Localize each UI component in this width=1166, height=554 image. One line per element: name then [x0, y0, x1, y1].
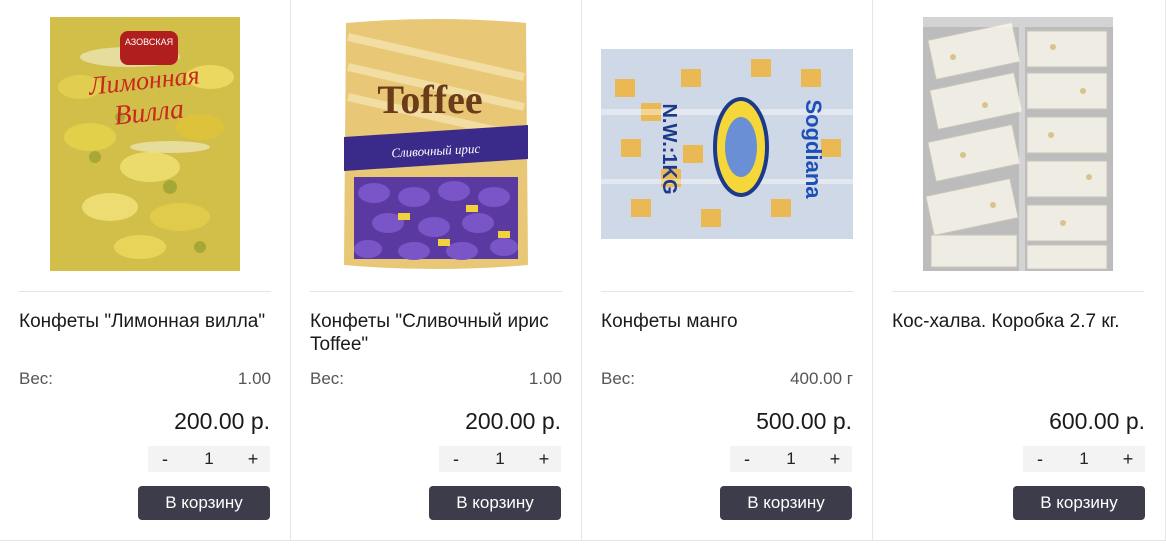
product-price: 200.00 р.: [465, 408, 561, 434]
add-to-cart-button[interactable]: В корзину: [138, 486, 270, 520]
increase-button[interactable]: +: [527, 449, 561, 470]
product-image[interactable]: [892, 16, 1144, 272]
product-title[interactable]: Конфеты "Лимонная вилла": [19, 310, 271, 333]
weight-value: 400.00 г: [790, 369, 853, 388]
decrease-button[interactable]: -: [730, 449, 764, 470]
divider: [19, 291, 271, 292]
svg-text:АЗОВСКАЯ: АЗОВСКАЯ: [125, 37, 173, 47]
product-price: 500.00 р.: [756, 408, 852, 434]
weight-label: Вес:: [601, 369, 636, 388]
product-price: 600.00 р.: [1049, 408, 1145, 434]
product-price: 200.00 р.: [174, 408, 270, 434]
quantity-value[interactable]: 1: [764, 449, 818, 469]
product-card: Toffee Сливочный ирис Конфеты "Сливочный…: [291, 0, 582, 540]
add-to-cart-button[interactable]: В корзину: [1013, 486, 1145, 520]
add-to-cart-button[interactable]: В корзину: [429, 486, 561, 520]
decrease-button[interactable]: -: [439, 449, 473, 470]
mango-candy-image: N.W.:1KG Sogdiana: [601, 49, 853, 239]
increase-button[interactable]: +: [818, 449, 852, 470]
kos-halva-image: [923, 17, 1113, 271]
weight-value: 1.00: [528, 369, 562, 388]
divider: [892, 291, 1144, 292]
quantity-value[interactable]: 1: [182, 449, 236, 469]
divider: [310, 291, 562, 292]
product-grid: АЗОВСКАЯ Лимонная Вилла Конфеты "Лимонна…: [0, 0, 1166, 541]
weight-row: Вес: 1.00: [19, 369, 271, 389]
increase-button[interactable]: +: [236, 449, 270, 470]
quantity-stepper: - 1 +: [1023, 446, 1145, 472]
product-image[interactable]: Toffee Сливочный ирис: [310, 16, 562, 272]
product-title[interactable]: Кос-халва. Коробка 2.7 кг.: [892, 310, 1144, 333]
weight-row: Вес: 400.00 г: [601, 369, 853, 389]
decrease-button[interactable]: -: [148, 449, 182, 470]
product-card: N.W.:1KG Sogdiana Конфеты манго Вес: 400…: [582, 0, 873, 540]
product-image[interactable]: АЗОВСКАЯ Лимонная Вилла: [19, 16, 271, 272]
weight-row: Вес: 1.00: [310, 369, 562, 389]
quantity-stepper: - 1 +: [439, 446, 561, 472]
increase-button[interactable]: +: [1111, 449, 1145, 470]
product-card: Кос-халва. Коробка 2.7 кг. 600.00 р. - 1…: [873, 0, 1166, 540]
toffee-candy-image: Toffee Сливочный ирис: [344, 19, 528, 269]
product-title[interactable]: Конфеты манго: [601, 310, 853, 333]
lemon-villa-candy-image: АЗОВСКАЯ Лимонная Вилла: [50, 17, 240, 271]
quantity-value[interactable]: 1: [473, 449, 527, 469]
quantity-value[interactable]: 1: [1057, 449, 1111, 469]
divider: [601, 291, 853, 292]
svg-text:Sogdiana: Sogdiana: [801, 99, 826, 199]
weight-value: 1.00: [237, 369, 271, 388]
add-to-cart-button[interactable]: В корзину: [720, 486, 852, 520]
weight-label: Вес:: [19, 369, 54, 388]
quantity-stepper: - 1 +: [148, 446, 270, 472]
weight-label: Вес:: [310, 369, 345, 388]
product-card: АЗОВСКАЯ Лимонная Вилла Конфеты "Лимонна…: [0, 0, 291, 540]
quantity-stepper: - 1 +: [730, 446, 852, 472]
svg-text:N.W.:1KG: N.W.:1KG: [658, 103, 680, 194]
svg-text:Toffee: Toffee: [377, 77, 482, 122]
product-image[interactable]: N.W.:1KG Sogdiana: [601, 16, 853, 272]
product-title[interactable]: Конфеты "Сливочный ирис Toffee": [310, 310, 562, 356]
decrease-button[interactable]: -: [1023, 449, 1057, 470]
